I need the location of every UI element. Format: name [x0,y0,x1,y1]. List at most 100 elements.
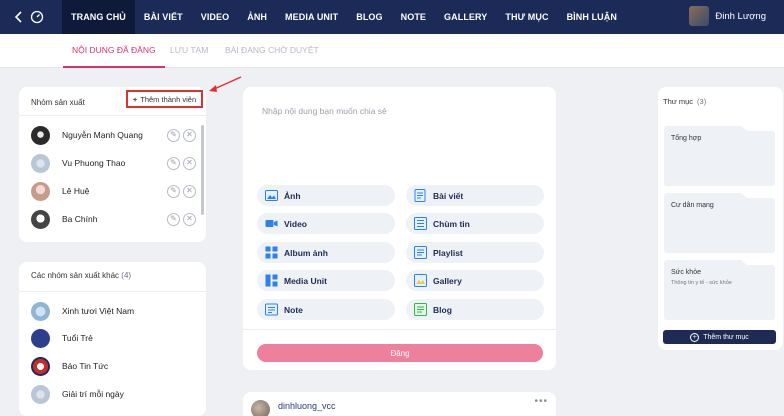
other-groups-title: Các nhóm sản xuất khác (4) [31,271,131,280]
option-label: Playlist [433,247,463,258]
option-album[interactable]: Album ảnh [257,242,395,263]
note-icon [265,303,278,316]
nav-item-comments[interactable]: BÌNH LUẬN [558,0,626,34]
option-label: Ảnh [284,190,301,201]
member-name: Nguyễn Mạnh Quang [62,130,143,140]
edit-icon[interactable]: ✎ [167,128,180,142]
add-member-label: Thêm thành viên [140,94,197,104]
tab-drafts[interactable]: LƯU TẠM [170,34,208,68]
tab-pending[interactable]: BÀI ĐANG CHỜ DUYỆT [225,34,319,68]
option-playlist[interactable]: Playlist [406,242,544,263]
folders-title: Thư mục (3) [663,97,706,106]
avatar [31,153,50,173]
image-icon [265,189,278,202]
edit-icon[interactable]: ✎ [167,184,180,198]
top-nav: TRANG CHỦ BÀI VIẾT VIDEO ẢNH MEDIA UNIT … [0,0,784,34]
remove-icon[interactable]: ✕ [183,212,196,226]
avatar [31,328,50,348]
option-news-cluster[interactable]: Chùm tin [406,213,544,234]
avatar [31,209,50,229]
back-button[interactable] [14,8,48,26]
folder-item[interactable]: Sức khỏe Thông tin y tế - sức khỏe [663,259,776,321]
folders-label: Thư mục [663,97,694,106]
add-folder-button[interactable]: + Thêm thư mục [663,330,776,344]
playlist-icon [414,246,427,259]
option-label: Media Unit [284,275,327,286]
group-item[interactable]: Tuổi Trẻ [31,328,93,348]
folders-count: (3) [697,97,707,106]
remove-icon[interactable]: ✕ [183,156,196,170]
media-unit-icon [265,274,278,287]
more-options-icon[interactable]: ••• [534,396,548,407]
divider [19,115,206,116]
nav-item-media-unit[interactable]: MEDIA UNIT [276,0,347,34]
folder-item[interactable]: Cư dân mạng [663,192,776,254]
remove-icon[interactable]: ✕ [183,184,196,198]
group-name: Xinh tươi Việt Nam [62,306,135,316]
scrollbar[interactable] [201,125,204,215]
option-blog[interactable]: Blog [406,299,544,320]
edit-icon[interactable]: ✎ [167,212,180,226]
edit-icon[interactable]: ✎ [167,156,180,170]
member-name: Ba Chính [62,214,98,224]
post-composer: Nhập nội dung bạn muốn chia sẻ Ảnh Bài v… [243,87,556,370]
nav-item-note[interactable]: NOTE [392,0,435,34]
add-member-button[interactable]: + Thêm thành viên [126,90,203,108]
nav-item-blog[interactable]: BLOG [347,0,391,34]
option-gallery[interactable]: Gallery [406,270,544,291]
group-item[interactable]: Xinh tươi Việt Nam [31,301,134,321]
group-item[interactable]: Báo Tin Tức [31,356,108,376]
avatar [251,400,270,416]
group-title: Nhóm sản xuất [31,98,85,107]
folder-item[interactable]: Tổng hợp [663,125,776,187]
plus-icon: + [690,332,700,342]
group-name: Giải trí mỗi ngày [62,389,124,399]
group-name: Báo Tin Tức [62,361,109,371]
nav-item-home[interactable]: TRANG CHỦ [62,0,135,34]
production-group-card: Nhóm sản xuất + Thêm thành viên Nguyễn M… [19,87,206,242]
other-groups-card: Các nhóm sản xuất khác (4) Xinh tươi Việ… [19,262,206,416]
member-name: Vu Phuong Thao [62,158,126,168]
avatar [31,125,50,145]
member-row: Lê Huệ ✎ ✕ [31,181,196,201]
post-author[interactable]: dinhluong_vcc [278,401,336,411]
folder-title: Cư dân mạng [671,202,714,209]
member-row: Vu Phuong Thao ✎ ✕ [31,153,196,173]
other-groups-count: (4) [121,271,132,280]
tab-published[interactable]: NỘI DUNG ĐÃ ĐĂNG [63,34,165,68]
user-menu[interactable]: Đinh Lượng [689,6,766,26]
nav-item-articles[interactable]: BÀI VIẾT [135,0,192,34]
nav-item-video[interactable]: VIDEO [192,0,239,34]
avatar [31,181,50,201]
option-video[interactable]: Video [257,213,395,234]
plus-icon: + [132,94,138,104]
gallery-icon [414,274,427,287]
option-label: Blog [433,304,452,315]
news-cluster-icon [414,217,427,230]
group-item[interactable]: Giải trí mỗi ngày [31,384,124,404]
option-media-unit[interactable]: Media Unit [257,270,395,291]
content-tabs: NỘI DUNG ĐÃ ĐĂNG LƯU TẠM BÀI ĐANG CHỜ DU… [0,34,784,68]
album-icon [265,246,278,259]
avatar [31,301,50,321]
folder-title: Sức khỏe [671,269,701,276]
blog-icon [414,303,427,316]
nav-item-photo[interactable]: ẢNH [238,0,276,34]
member-row: Nguyễn Mạnh Quang ✎ ✕ [31,125,196,145]
chevron-left-icon [14,11,22,23]
post-button[interactable]: Đăng [257,344,543,362]
article-icon [414,189,427,202]
remove-icon[interactable]: ✕ [183,128,196,142]
nav-item-folders[interactable]: THƯ MỤC [496,0,557,34]
option-label: Gallery [433,275,462,286]
avatar [689,6,710,26]
group-name: Tuổi Trẻ [62,333,93,343]
other-groups-label: Các nhóm sản xuất khác [31,271,120,280]
main-menu: TRANG CHỦ BÀI VIẾT VIDEO ẢNH MEDIA UNIT … [62,0,626,34]
option-note[interactable]: Note [257,299,395,320]
option-article[interactable]: Bài viết [406,185,544,206]
video-icon [265,217,278,230]
nav-item-gallery[interactable]: GALLERY [435,0,496,34]
option-photo[interactable]: Ảnh [257,185,395,206]
composer-input[interactable]: Nhập nội dung bạn muốn chia sẻ [262,106,387,116]
